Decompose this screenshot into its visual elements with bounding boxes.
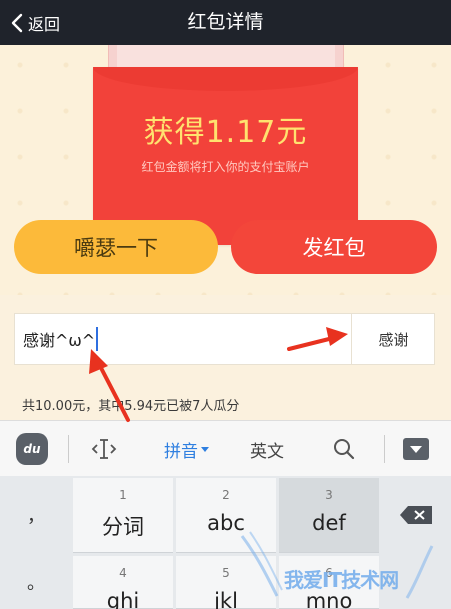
amount-received: 获得1.17元 (143, 115, 308, 150)
backspace-key[interactable] (381, 476, 451, 554)
baidu-ime-logo[interactable]: du (16, 433, 48, 465)
thanks-box: 感谢^ω^ 感谢 (14, 313, 435, 365)
toolbar-divider (68, 435, 69, 463)
search-icon (334, 439, 355, 460)
cursor-move-button[interactable] (86, 421, 122, 477)
search-button[interactable] (326, 421, 362, 477)
action-buttons: 嚼瑟一下 发红包 (14, 220, 437, 276)
key-number: 2 (222, 488, 230, 502)
split-summary: 共10.00元，其中5.94元已被7人瓜分 (22, 399, 240, 414)
toolbar-divider (384, 435, 385, 463)
dropdown-triangle-icon (201, 447, 209, 452)
key-letters: 分词 (102, 515, 144, 539)
key-letters: def (312, 511, 346, 535)
envelope-lid (93, 67, 358, 91)
pinyin-label: 拼音 (164, 441, 198, 462)
key-6[interactable]: 6 mno (279, 556, 379, 609)
key-number: 6 (325, 566, 333, 580)
thanks-input-value: 感谢^ω^ (23, 331, 96, 350)
pinyin-mode-button[interactable]: 拼音 (156, 421, 218, 477)
text-cursor-icon (91, 439, 117, 459)
key-letters: jkl (214, 589, 238, 609)
comma-key[interactable]: ， (0, 476, 72, 554)
english-mode-button[interactable]: 英文 (240, 421, 294, 477)
t9-keyboard: ， 。 1 分词 2 abc 3 def 4 ghi 5 jkl 6 mno (0, 476, 451, 609)
collapse-keyboard-icon (403, 438, 429, 460)
key-2[interactable]: 2 abc (176, 478, 276, 553)
key-number: 4 (119, 566, 127, 580)
collapse-keyboard-button[interactable] (398, 421, 434, 477)
page-title: 红包详情 (187, 11, 264, 33)
key-letters: abc (207, 511, 245, 535)
period-key[interactable]: 。 (0, 555, 72, 609)
thanks-button[interactable]: 感谢 (351, 314, 435, 364)
key-number: 5 (222, 566, 230, 580)
send-red-packet-button[interactable]: 发红包 (231, 220, 437, 274)
envelope-section: 获得1.17元 红包金额将打入你的支付宝账户 嚼瑟一下 发红包 (0, 45, 451, 295)
key-1[interactable]: 1 分词 (73, 478, 173, 553)
nav-bar: 返回 红包详情 (0, 0, 451, 45)
key-number: 1 (119, 488, 127, 502)
key-3[interactable]: 3 def (279, 478, 379, 553)
thanks-section: 感谢^ω^ 感谢 共10.00元，其中5.94元已被7人瓜分 (0, 295, 451, 420)
key-letters: ghi (106, 589, 140, 609)
amount-note: 红包金额将打入你的支付宝账户 (141, 160, 310, 174)
text-caret (96, 327, 99, 351)
key-letters: mno (305, 589, 353, 609)
red-envelope: 获得1.17元 红包金额将打入你的支付宝账户 (93, 67, 358, 245)
backspace-icon (400, 506, 432, 524)
thanks-input[interactable]: 感谢^ω^ (15, 314, 351, 364)
key-number: 3 (325, 488, 333, 502)
key-4[interactable]: 4 ghi (73, 556, 173, 609)
key-5[interactable]: 5 jkl (176, 556, 276, 609)
ime-toolbar: du 拼音 英文 (0, 420, 451, 476)
shake-button[interactable]: 嚼瑟一下 (14, 220, 218, 274)
